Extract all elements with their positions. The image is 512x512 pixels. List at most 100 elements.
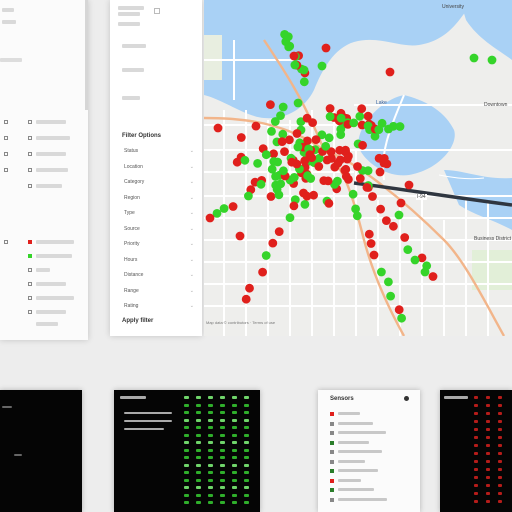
map-marker[interactable] — [410, 255, 420, 265]
map-marker[interactable] — [341, 172, 351, 181]
checkbox[interactable] — [4, 168, 8, 172]
map-marker[interactable] — [364, 229, 374, 239]
map-marker[interactable] — [278, 102, 288, 112]
chevron-down-icon[interactable]: ⌄ — [190, 179, 194, 185]
log-panel[interactable] — [114, 390, 260, 512]
list-legend-swatch[interactable] — [330, 440, 334, 445]
map-marker[interactable] — [377, 267, 386, 277]
map-marker[interactable] — [274, 190, 284, 200]
chevron-down-icon[interactable]: ⌄ — [190, 257, 194, 263]
map-marker[interactable] — [205, 213, 215, 223]
chevron-down-icon[interactable]: ⌄ — [190, 303, 194, 309]
chevron-down-icon[interactable]: ⌄ — [190, 288, 194, 294]
map-marker[interactable] — [269, 157, 279, 166]
map-marker[interactable] — [219, 204, 229, 213]
map-marker[interactable] — [293, 142, 303, 152]
map-marker[interactable] — [300, 200, 310, 209]
map-marker[interactable] — [241, 294, 251, 304]
map-marker[interactable] — [363, 111, 373, 121]
map-marker[interactable] — [245, 283, 254, 293]
map-canvas[interactable] — [204, 0, 512, 336]
map-marker[interactable] — [289, 201, 299, 211]
checkbox[interactable] — [28, 296, 32, 300]
map-marker[interactable] — [403, 245, 413, 255]
map-marker[interactable] — [375, 167, 385, 177]
map-marker[interactable] — [321, 43, 331, 53]
map-marker[interactable] — [240, 155, 250, 165]
map-marker[interactable] — [400, 233, 410, 242]
map-marker[interactable] — [279, 166, 288, 176]
list-legend-swatch[interactable] — [330, 450, 334, 454]
map-marker[interactable] — [274, 227, 284, 237]
map-marker[interactable] — [469, 53, 479, 63]
chevron-down-icon[interactable]: ⌄ — [190, 164, 194, 170]
checkbox[interactable] — [4, 136, 8, 140]
checkbox[interactable] — [4, 120, 8, 124]
map-marker[interactable] — [303, 171, 312, 181]
map-marker[interactable] — [271, 172, 280, 181]
map-marker[interactable] — [258, 267, 267, 277]
map-marker[interactable] — [341, 145, 350, 155]
map-marker[interactable] — [261, 251, 271, 260]
map-marker[interactable] — [293, 98, 303, 108]
chevron-down-icon[interactable]: ⌄ — [190, 226, 194, 232]
map-marker[interactable] — [394, 305, 404, 315]
map-marker[interactable] — [236, 133, 246, 142]
map-marker[interactable] — [285, 213, 295, 223]
map-marker[interactable] — [428, 272, 438, 281]
map-marker[interactable] — [277, 137, 287, 147]
map-marker[interactable] — [324, 199, 334, 208]
map-marker[interactable] — [382, 216, 391, 226]
checkbox[interactable] — [28, 168, 32, 172]
map-marker[interactable] — [385, 67, 395, 77]
apply-filter-button[interactable]: Apply filter — [122, 318, 153, 324]
map-marker[interactable] — [308, 118, 317, 127]
map-marker[interactable] — [268, 238, 278, 248]
map-marker[interactable] — [386, 291, 395, 301]
close-icon[interactable] — [154, 8, 160, 14]
map-marker[interactable] — [333, 176, 342, 186]
dark-thumbnail[interactable] — [0, 390, 82, 512]
map-marker[interactable] — [244, 191, 253, 201]
map-marker[interactable] — [280, 147, 289, 157]
sidebar-input[interactable] — [0, 58, 22, 62]
list-legend-swatch[interactable] — [330, 478, 334, 483]
chevron-down-icon[interactable]: ⌄ — [190, 272, 194, 278]
map-marker[interactable] — [389, 221, 398, 231]
red-legend-checkbox[interactable] — [28, 240, 32, 244]
map-marker[interactable] — [292, 129, 302, 138]
map-marker[interactable] — [352, 211, 362, 221]
list-legend-swatch[interactable] — [330, 459, 334, 464]
map-marker[interactable] — [325, 112, 335, 121]
map-marker[interactable] — [355, 174, 365, 183]
map-marker[interactable] — [322, 155, 332, 165]
map-marker[interactable] — [266, 100, 275, 109]
map-marker[interactable] — [369, 250, 379, 260]
map-marker[interactable] — [280, 30, 289, 39]
map-marker[interactable] — [213, 123, 223, 133]
map-marker[interactable] — [256, 179, 266, 189]
map-marker[interactable] — [289, 173, 299, 182]
map-marker[interactable] — [235, 231, 245, 241]
list-legend-swatch[interactable] — [330, 431, 334, 435]
checkbox[interactable] — [28, 282, 32, 286]
checkbox[interactable] — [28, 268, 32, 272]
map-marker[interactable] — [276, 111, 285, 120]
map-marker[interactable] — [376, 204, 385, 214]
chevron-down-icon[interactable]: ⌄ — [190, 195, 194, 201]
map-marker[interactable] — [396, 198, 406, 208]
map-marker[interactable] — [290, 60, 300, 70]
map-marker[interactable] — [266, 192, 276, 201]
map-marker[interactable] — [368, 192, 377, 201]
map-marker[interactable] — [355, 111, 365, 121]
map-marker[interactable] — [384, 277, 393, 287]
map-marker[interactable] — [420, 267, 430, 277]
map-marker[interactable] — [366, 239, 376, 248]
chevron-down-icon[interactable]: ⌄ — [190, 241, 194, 247]
list-legend-swatch[interactable] — [330, 412, 334, 416]
map-marker[interactable] — [349, 118, 359, 128]
map-marker[interactable] — [251, 121, 261, 131]
checkbox[interactable] — [28, 310, 32, 314]
sidebar-scrollbar[interactable] — [85, 0, 88, 110]
list-legend-swatch[interactable] — [330, 421, 334, 426]
